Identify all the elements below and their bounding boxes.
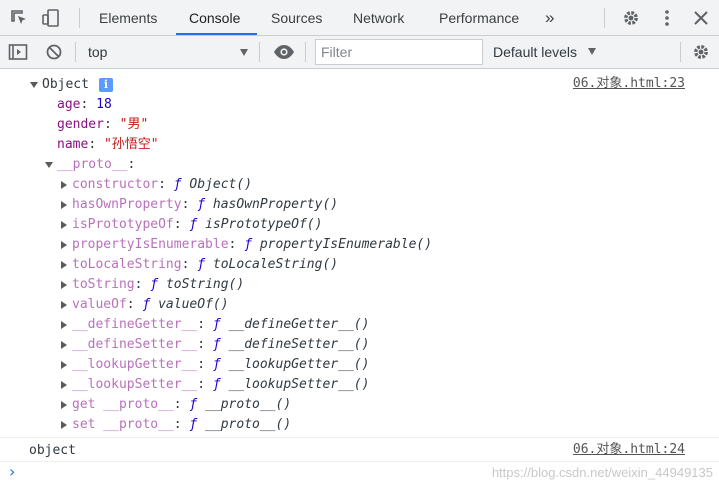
object-type-text: Object (42, 77, 89, 92)
toolbar-separator (75, 42, 76, 62)
kebab-menu-icon[interactable] (657, 8, 677, 28)
proto-item[interactable]: __lookupGetter__: ƒ __lookupGetter__() (72, 355, 369, 375)
info-icon[interactable]: i (99, 78, 113, 92)
property-value: "孙悟空" (103, 137, 159, 152)
log-message: object (29, 443, 76, 458)
proto-item[interactable]: __defineGetter__: ƒ __defineGetter__() (72, 315, 369, 335)
property-row: age: 18 (57, 97, 112, 112)
property-row: name: "孙悟空" (57, 137, 159, 152)
proto-item[interactable]: hasOwnProperty: ƒ hasOwnProperty() (72, 195, 338, 215)
proto-item[interactable]: __defineSetter__: ƒ __defineSetter__() (72, 335, 369, 355)
tab-elements[interactable]: Elements (99, 0, 157, 35)
active-tab-indicator (176, 33, 257, 35)
toolbar-separator-3 (305, 42, 306, 62)
console-toolbar: top Filter Default levels (0, 36, 719, 69)
clear-console-icon[interactable] (44, 42, 64, 62)
collapse-arrow-icon[interactable] (61, 201, 67, 209)
message-divider (0, 461, 719, 462)
sidebar-toggle-icon[interactable] (8, 42, 28, 62)
eye-icon[interactable] (273, 42, 294, 62)
collapse-arrow-icon[interactable] (61, 221, 67, 229)
settings-gear-icon[interactable] (621, 8, 641, 28)
source-link[interactable]: 06.对象.html:24 (573, 440, 685, 460)
filter-input[interactable]: Filter (315, 39, 483, 65)
proto-item[interactable]: valueOf: ƒ valueOf() (72, 295, 229, 315)
tab-performance[interactable]: Performance (439, 0, 519, 35)
proto-item[interactable]: __lookupSetter__: ƒ __lookupSetter__() (72, 375, 369, 395)
devtools-tab-bar: Elements Console Sources Network Perform… (0, 0, 719, 36)
tab-network[interactable]: Network (353, 0, 404, 35)
collapse-arrow-icon[interactable] (61, 241, 67, 249)
property-value: "男" (119, 117, 149, 132)
device-toolbar-icon[interactable] (41, 8, 61, 28)
property-row: gender: "男" (57, 117, 149, 132)
tab-console[interactable]: Console (189, 0, 240, 35)
proto-item[interactable]: toString: ƒ toString() (72, 275, 244, 295)
inspect-element-icon[interactable] (9, 8, 29, 28)
proto-item[interactable]: get __proto__: ƒ __proto__() (72, 395, 291, 415)
tab-sources[interactable]: Sources (271, 0, 322, 35)
proto-item[interactable]: toLocaleString: ƒ toLocaleString() (72, 255, 338, 275)
collapse-arrow-icon[interactable] (61, 321, 67, 329)
source-link[interactable]: 06.对象.html:23 (573, 74, 685, 94)
collapse-arrow-icon[interactable] (61, 301, 67, 309)
proto-row[interactable]: __proto__: (57, 155, 135, 175)
settings-gear-icon[interactable] (691, 42, 711, 62)
close-icon[interactable] (691, 8, 711, 28)
chevron-down-icon[interactable] (240, 49, 248, 56)
collapse-arrow-icon[interactable] (61, 401, 67, 409)
property-key: name (57, 137, 89, 152)
proto-item[interactable]: constructor: ƒ Object() (72, 175, 252, 195)
collapse-arrow-icon[interactable] (61, 421, 67, 429)
tabbar-separator (79, 8, 80, 28)
more-tabs-icon[interactable]: » (545, 0, 554, 35)
toolbar-separator-2 (259, 42, 260, 62)
object-label[interactable]: Object (42, 75, 89, 95)
collapse-arrow-icon[interactable] (61, 281, 67, 289)
watermark: https://blog.csdn.net/weixin_44949135 (491, 465, 713, 480)
context-selector[interactable]: top (88, 36, 107, 68)
collapse-arrow-icon[interactable] (61, 261, 67, 269)
property-key: age (57, 97, 81, 112)
message-divider (0, 437, 719, 438)
collapse-arrow-icon[interactable] (61, 381, 67, 389)
log-levels-dropdown[interactable]: Default levels (493, 36, 577, 68)
property-value: 18 (96, 97, 112, 112)
toolbar-separator-4 (680, 42, 681, 62)
console-prompt-icon[interactable]: › (9, 462, 15, 482)
expand-arrow-icon[interactable] (30, 82, 38, 88)
proto-item[interactable]: isPrototypeOf: ƒ isPrototypeOf() (72, 215, 322, 235)
tabbar-separator-right (604, 8, 605, 28)
property-key: __proto__ (57, 157, 128, 172)
chevron-down-icon[interactable] (588, 48, 596, 55)
proto-item[interactable]: propertyIsEnumerable: ƒ propertyIsEnumer… (72, 235, 432, 255)
property-key: gender (57, 117, 104, 132)
collapse-arrow-icon[interactable] (61, 181, 67, 189)
collapse-arrow-icon[interactable] (61, 341, 67, 349)
proto-item[interactable]: set __proto__: ƒ __proto__() (72, 415, 291, 435)
expand-arrow-icon[interactable] (45, 162, 53, 168)
collapse-arrow-icon[interactable] (61, 361, 67, 369)
